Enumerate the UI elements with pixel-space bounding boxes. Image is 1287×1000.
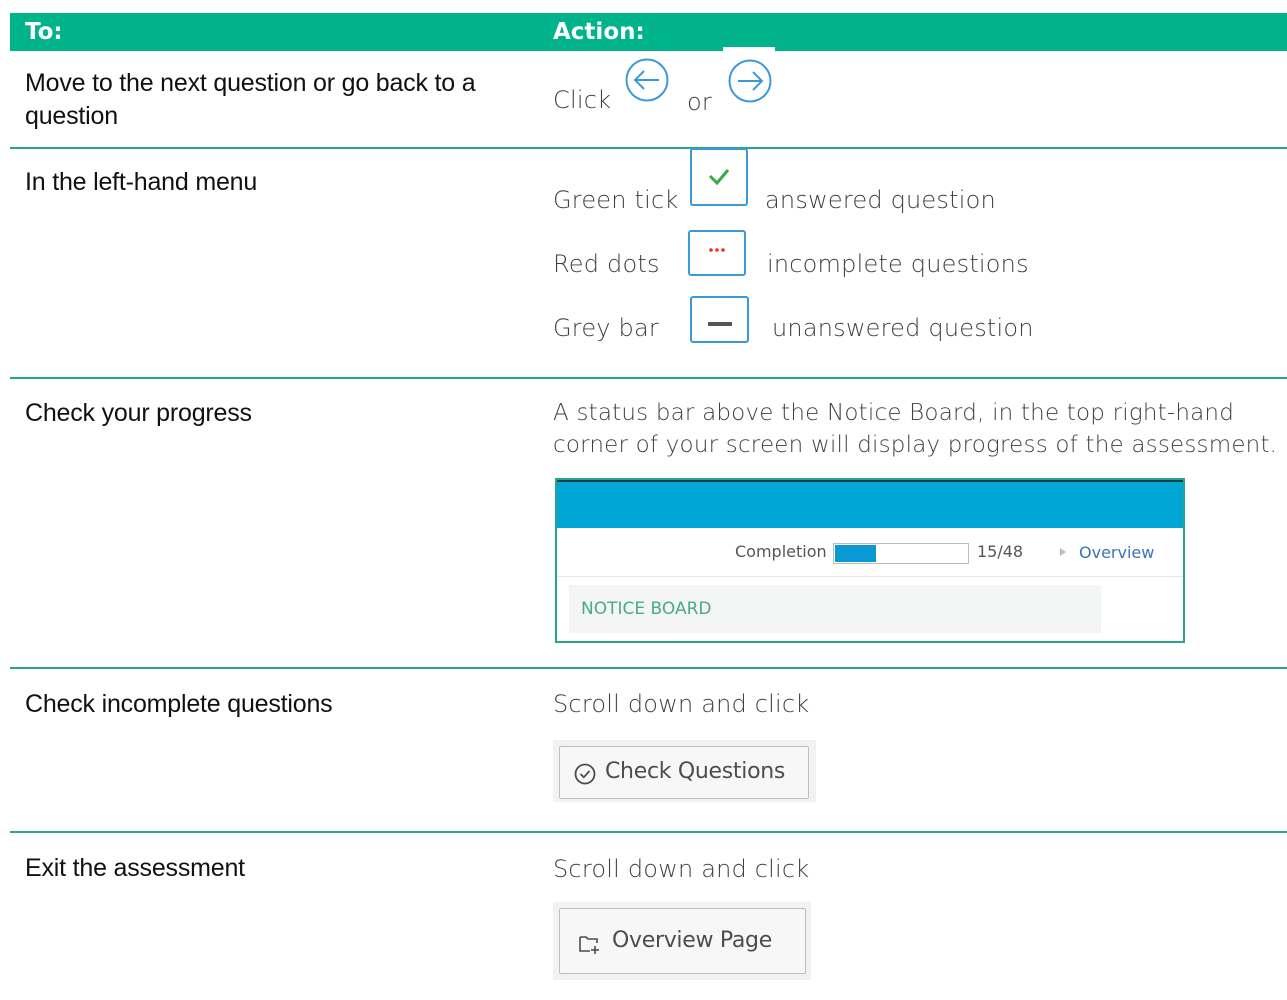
table-header: To: Action: [10, 13, 1287, 51]
panel-separator [557, 576, 1183, 577]
notice-board-title: NOTICE BOARD [581, 599, 712, 619]
red-dots-label: Red dots [553, 250, 660, 278]
bar-icon [690, 296, 749, 343]
check-icon [690, 148, 748, 206]
row-menu-to: In the left-hand menu [25, 168, 258, 196]
exit-instruction: Scroll down and click [553, 855, 810, 883]
progress-line-1: A status bar above the Notice Board, in … [553, 400, 1235, 426]
row-divider [10, 831, 1287, 833]
check-questions-image: Check Questions [553, 740, 816, 802]
overview-link[interactable]: Overview [1079, 543, 1154, 562]
check-circle-icon [574, 763, 596, 785]
incomplete-desc: incomplete questions [767, 250, 1029, 278]
row-divider [10, 147, 1287, 149]
row-exit-to: Exit the assessment [25, 854, 245, 882]
incomplete-instruction: Scroll down and click [553, 690, 810, 718]
completion-progress-bar [833, 543, 969, 564]
folder-icon [579, 936, 599, 954]
notice-board: NOTICE BOARD [569, 585, 1101, 633]
green-tick-label: Green tick [553, 186, 679, 214]
row-navigate-to: Move to the next question or go back to … [25, 69, 476, 130]
row-divider [10, 377, 1287, 379]
overview-page-label: Overview Page [612, 928, 772, 953]
completion-progress-fill [835, 545, 876, 562]
panel-header-bar [557, 480, 1183, 528]
check-questions-button[interactable]: Check Questions [559, 746, 809, 799]
dots-icon [688, 230, 746, 276]
completion-label: Completion [735, 542, 827, 561]
status-panel-screenshot: Completion 15/48 Overview NOTICE BOARD [555, 478, 1185, 643]
chevron-right-icon [1060, 548, 1066, 556]
overview-page-button[interactable]: Overview Page [559, 908, 806, 974]
progress-line-2: corner of your screen will display progr… [553, 432, 1278, 458]
row-incomplete-to: Check incomplete questions [25, 690, 333, 718]
or-text: or [687, 88, 712, 116]
overview-page-image: Overview Page [553, 902, 811, 980]
check-questions-label: Check Questions [605, 759, 786, 784]
arrow-left-circle-icon [625, 58, 669, 102]
arrow-right-circle-icon [728, 59, 772, 103]
row-divider [10, 667, 1287, 669]
answered-desc: answered question [765, 186, 996, 214]
header-action-label: Action: [553, 19, 645, 45]
grey-bar-label: Grey bar [553, 314, 659, 342]
click-text: Click [553, 86, 612, 114]
row-progress-to: Check your progress [25, 399, 252, 427]
completion-count: 15/48 [977, 542, 1024, 561]
header-to-label: To: [25, 19, 63, 45]
unanswered-desc: unanswered question [772, 314, 1034, 342]
header-notch [723, 47, 775, 51]
